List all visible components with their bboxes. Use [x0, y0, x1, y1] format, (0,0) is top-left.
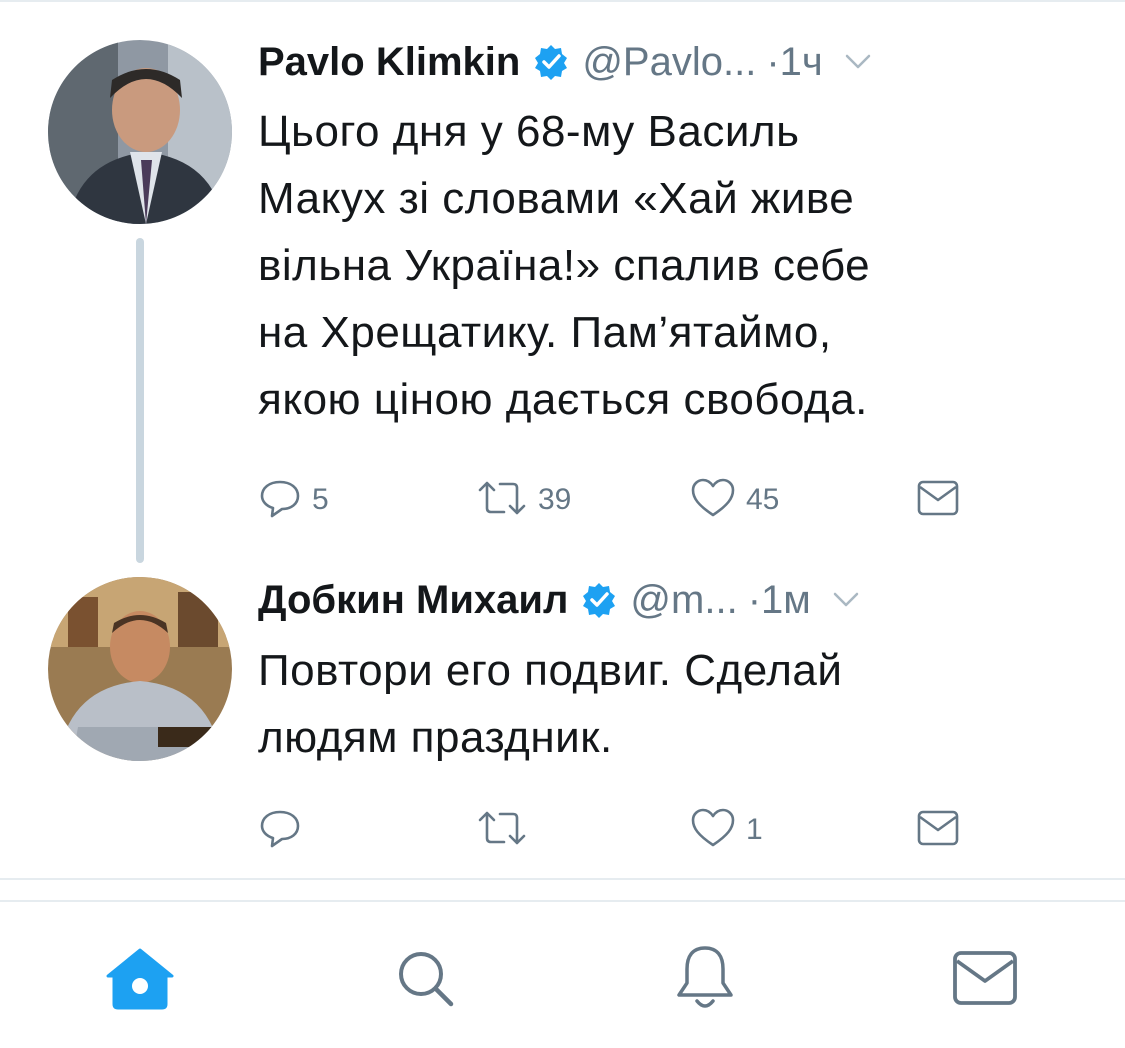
- display-name[interactable]: Pavlo Klimkin: [258, 40, 520, 85]
- tweet-text-line: людям праздник.: [258, 713, 613, 762]
- tweet-actions: 1: [258, 800, 978, 860]
- tab-messages[interactable]: [945, 940, 1025, 1020]
- tweet-header: Добкин Михаил @m... · 1м: [258, 570, 1088, 630]
- tab-notifications[interactable]: [665, 940, 745, 1020]
- tweet-text-line: якою ціною дається свобода.: [258, 375, 868, 424]
- reply-count: 5: [312, 483, 329, 516]
- tweet-text-line: Цього дня у 68-му Василь: [258, 107, 800, 156]
- tweet-text-line: вільна Україна!» спалив себе: [258, 241, 871, 290]
- reply-button[interactable]: [258, 800, 312, 860]
- display-name[interactable]: Добкин Михаил: [258, 578, 568, 623]
- top-border: [0, 0, 1125, 2]
- tweet-text: Повтори его подвиг. Сделай людям праздни…: [258, 637, 1088, 771]
- tweet-actions: 5 39 45: [258, 470, 978, 530]
- messages-icon: [951, 949, 1019, 1012]
- retweet-button[interactable]: [476, 800, 538, 860]
- retweet-count: 39: [538, 483, 572, 516]
- verified-badge-icon: [580, 581, 618, 619]
- reply-icon: [258, 806, 302, 855]
- like-count: 45: [746, 483, 780, 516]
- timeline-divider: [0, 878, 1125, 880]
- avatar-pavlo-klimkin[interactable]: [48, 40, 232, 224]
- separator-dot: ·: [747, 577, 762, 622]
- avatar-dobkin[interactable]: [48, 577, 232, 761]
- envelope-icon: [916, 479, 960, 522]
- verified-badge-icon: [532, 43, 570, 81]
- chevron-down-icon[interactable]: [845, 54, 871, 70]
- tweet-header: Pavlo Klimkin @Pavlo... · 1ч: [258, 32, 1088, 92]
- tweet-text-line: Повтори его подвиг. Сделай: [258, 646, 843, 695]
- tab-home[interactable]: [100, 940, 180, 1020]
- separator-dot: ·: [766, 39, 780, 84]
- retweet-button[interactable]: 39: [476, 470, 571, 530]
- heart-icon: [690, 807, 736, 854]
- like-count: 1: [746, 813, 763, 846]
- home-icon: [104, 946, 176, 1015]
- tweet-2[interactable]: Добкин Михаил @m... · 1м Повтори его под…: [0, 565, 1125, 875]
- direct-message-button[interactable]: [916, 800, 960, 860]
- retweet-icon: [476, 478, 528, 523]
- bottom-tab-bar: [0, 902, 1125, 1048]
- reply-button[interactable]: 5: [258, 470, 329, 530]
- heart-icon: [690, 477, 736, 524]
- tweet-text: Цього дня у 68-му Василь Макух зі словам…: [258, 98, 1088, 433]
- thread-connector: [136, 238, 144, 563]
- direct-message-button[interactable]: [916, 470, 960, 530]
- notifications-icon: [674, 943, 736, 1018]
- tweet-text-line: Макух зі словами «Хай живе: [258, 174, 855, 223]
- retweet-icon: [476, 808, 528, 853]
- handle[interactable]: @m...: [630, 578, 737, 623]
- tweet-1[interactable]: Pavlo Klimkin @Pavlo... · 1ч Цього дня у…: [0, 30, 1125, 563]
- search-icon: [393, 946, 457, 1015]
- tweet-text-line: на Хрещатику. Пам’ятаймо,: [258, 308, 832, 357]
- envelope-icon: [916, 809, 960, 852]
- like-button[interactable]: 45: [690, 470, 779, 530]
- tab-search[interactable]: [385, 940, 465, 1020]
- reply-icon: [258, 476, 302, 525]
- timestamp[interactable]: 1м: [761, 578, 811, 623]
- handle[interactable]: @Pavlo...: [582, 40, 756, 85]
- like-button[interactable]: 1: [690, 800, 763, 860]
- chevron-down-icon[interactable]: [833, 592, 859, 608]
- timestamp[interactable]: 1ч: [780, 40, 823, 85]
